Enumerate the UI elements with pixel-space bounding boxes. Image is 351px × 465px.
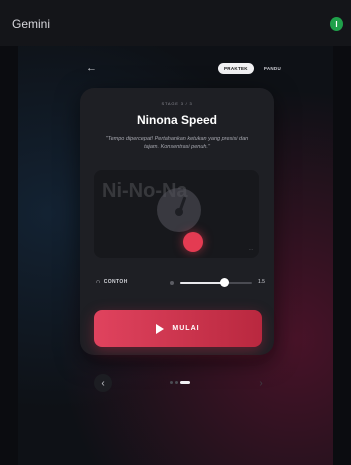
speed-value: 1.5 xyxy=(258,279,265,285)
next-stage-button[interactable]: › xyxy=(252,374,270,392)
start-button[interactable]: MULAI xyxy=(94,310,262,347)
app-title: Gemini xyxy=(12,17,51,31)
headphones-icon: ∩ xyxy=(96,279,101,285)
back-button[interactable]: ← xyxy=(86,62,97,74)
pager-dot-active[interactable] xyxy=(180,381,190,384)
user-avatar[interactable]: I xyxy=(330,17,343,31)
stage-label: STAGE 3 / 3 xyxy=(161,101,193,106)
example-button[interactable]: ∩ CONTOH xyxy=(96,279,128,285)
stage-pager-dots xyxy=(170,381,190,384)
start-label: MULAI xyxy=(172,325,200,332)
top-bar: Gemini I xyxy=(0,0,351,46)
previous-stage-button[interactable]: ‹ xyxy=(94,374,112,392)
exercise-card: STAGE 3 / 3 Ninona Speed "Tempo dipercep… xyxy=(80,88,274,355)
dial-hub xyxy=(175,208,183,216)
speed-slider-fill xyxy=(180,282,225,284)
speed-min-icon xyxy=(170,281,174,285)
pager-dot[interactable] xyxy=(170,381,173,384)
exercise-title: Ninona Speed xyxy=(136,113,217,127)
mode-practice-pill[interactable]: PRAKTEK xyxy=(218,63,254,74)
mode-toggle: PRAKTEK PANDU xyxy=(218,63,287,74)
speed-slider-thumb[interactable] xyxy=(220,278,230,287)
example-label: CONTOH xyxy=(103,279,128,285)
mode-guide-pill[interactable]: PANDU xyxy=(258,63,287,74)
exercise-description: "Tempo dipercepat! Pertahankan ketukan y… xyxy=(105,136,249,150)
corner-mark: ... xyxy=(248,246,253,252)
speed-slider[interactable] xyxy=(180,278,252,287)
pager-dot[interactable] xyxy=(175,381,178,384)
beat-indicator-dot xyxy=(183,232,203,252)
visualizer-panel: Ni-No-Na ... xyxy=(94,170,259,258)
speed-dial-icon xyxy=(157,188,201,232)
play-icon xyxy=(156,323,165,334)
